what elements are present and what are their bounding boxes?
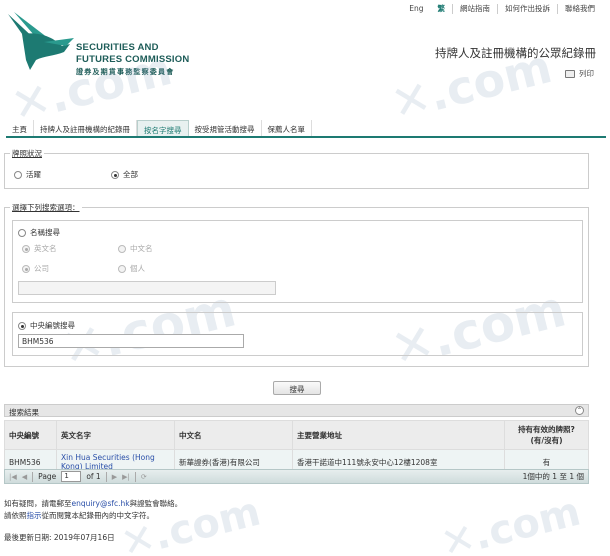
radio-icon xyxy=(118,264,126,273)
search-button[interactable]: 搜尋 xyxy=(273,381,321,395)
tab-search-by-name[interactable]: 按名字搜尋 xyxy=(137,120,189,136)
contact-link[interactable]: 聯絡我們 xyxy=(557,4,602,14)
footer-instructions: 請依照指示從而閱覽本紀錄冊內的中文字符。 xyxy=(4,511,154,520)
collapse-icon[interactable]: ⌃ xyxy=(575,406,584,415)
ce-number-input[interactable]: BHM536 xyxy=(18,334,244,348)
lang-zh-link[interactable]: 繁 xyxy=(431,4,453,14)
search-options-legend: 選擇下列搜索選項： xyxy=(10,202,82,213)
footer-contact: 如有疑問，請電郵至enquiry@sfc.hk與證監會聯絡。 xyxy=(4,499,183,508)
email-link[interactable]: enquiry@sfc.hk xyxy=(72,499,130,508)
radio-icon xyxy=(14,170,22,179)
page-of-label: of 1 xyxy=(86,472,101,481)
first-page-icon[interactable]: |◀ xyxy=(9,473,17,481)
results-header: 搜索結果 ⌃ xyxy=(4,404,589,417)
status-all-radio[interactable]: 全部 xyxy=(111,169,138,180)
ce-search-radio[interactable]: 中央編號搜尋 xyxy=(18,320,75,331)
radio-icon xyxy=(22,264,30,273)
last-page-icon[interactable]: ▶| xyxy=(122,473,130,481)
name-search-input[interactable] xyxy=(18,281,276,295)
page-number-input[interactable]: 1 xyxy=(61,471,82,482)
pager: |◀ ◀ Page 1 of 1 ▶ ▶| ⟳ 1個中的 1 至 1 個 xyxy=(4,469,589,484)
site-guide-link[interactable]: 網站指南 xyxy=(452,4,497,14)
tab-register[interactable]: 持牌人及註冊機構的紀錄冊 xyxy=(34,120,137,136)
english-name-radio[interactable]: 英文名 xyxy=(22,243,57,254)
print-link[interactable]: 列印 xyxy=(565,68,594,79)
printer-icon xyxy=(565,69,575,78)
logo-text-en-2: FUTURES COMMISSION xyxy=(76,54,190,65)
tab-sponsor-list[interactable]: 保薦人名單 xyxy=(262,120,312,136)
lang-eng-link[interactable]: Eng xyxy=(402,4,430,14)
individual-radio[interactable]: 個人 xyxy=(118,263,145,274)
print-label: 列印 xyxy=(579,69,594,78)
next-page-icon[interactable]: ▶ xyxy=(112,473,117,481)
bird-logo-icon xyxy=(8,12,74,70)
radio-selected-icon xyxy=(18,321,26,330)
top-links: Eng 繁 網站指南 如何作出投訴 聯絡我們 xyxy=(402,4,602,14)
page-title: 持牌人及註冊機構的公眾紀錄冊 xyxy=(435,46,596,60)
last-updated: 最後更新日期: 2019年07月16日 xyxy=(4,533,115,542)
name-search-radio[interactable]: 名稱搜尋 xyxy=(18,227,60,238)
logo-text-en-1: SECURITIES AND xyxy=(76,42,159,53)
complaint-link[interactable]: 如何作出投訴 xyxy=(497,4,557,14)
results-title: 搜索結果 xyxy=(9,408,39,417)
separator xyxy=(32,471,34,482)
col-address[interactable]: 主要營業地址 xyxy=(292,420,505,450)
refresh-icon[interactable]: ⟳ xyxy=(141,473,147,481)
instructions-link[interactable]: 指示 xyxy=(27,511,42,520)
watermark: ✕.com xyxy=(436,488,586,556)
prev-page-icon[interactable]: ◀ xyxy=(22,473,27,481)
col-chinese-name[interactable]: 中文名 xyxy=(174,420,293,450)
logo-text-zh: 證券及期貨事務監察委員會 xyxy=(76,68,175,76)
company-radio[interactable]: 公司 xyxy=(22,263,49,274)
chinese-name-radio[interactable]: 中文名 xyxy=(118,243,153,254)
tab-search-by-activity[interactable]: 按受規管活動搜尋 xyxy=(189,120,262,136)
radio-icon xyxy=(18,228,26,237)
license-status-legend: 牌照狀況 xyxy=(10,148,44,159)
main-tabs: 主頁 持牌人及註冊機構的紀錄冊 按名字搜尋 按受規管活動搜尋 保薦人名單 xyxy=(6,120,606,138)
radio-icon xyxy=(22,244,30,253)
sfc-logo[interactable]: SECURITIES AND FUTURES COMMISSION 證券及期貨事… xyxy=(4,12,204,82)
results-table: 中央編號 英文名字 中文名 主要營業地址 持有有效的牌照? (有/沒有) BHM… xyxy=(4,420,589,475)
status-active-radio[interactable]: 活躍 xyxy=(14,169,41,180)
page-info: 1個中的 1 至 1 個 xyxy=(522,472,584,481)
col-english-name[interactable]: 英文名字 xyxy=(56,420,175,450)
radio-icon xyxy=(118,244,126,253)
tab-home[interactable]: 主頁 xyxy=(6,120,34,136)
separator xyxy=(134,471,136,482)
col-ce-number[interactable]: 中央編號 xyxy=(4,420,57,450)
radio-selected-icon xyxy=(111,170,119,179)
license-status-group xyxy=(4,153,589,189)
col-licensed[interactable]: 持有有效的牌照? (有/沒有) xyxy=(504,420,589,450)
page-label: Page xyxy=(38,472,57,481)
separator xyxy=(105,471,107,482)
